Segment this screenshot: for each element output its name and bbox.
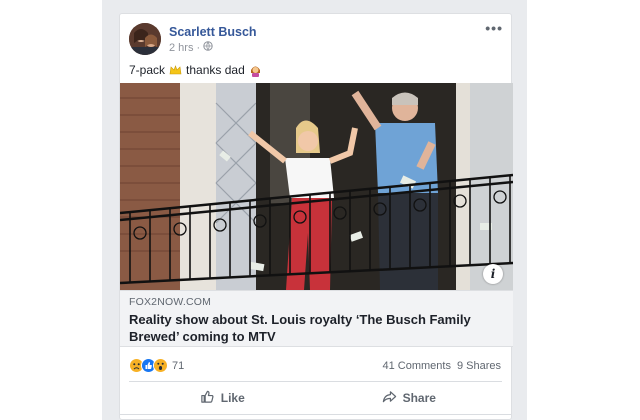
crown-emoji-icon <box>169 64 182 77</box>
post-caption: 7-pack thanks dad <box>129 63 262 77</box>
more-options-button[interactable]: ••• <box>485 20 503 36</box>
reactions-summary[interactable]: 71 <box>129 358 184 373</box>
caption-text: 7-pack <box>129 63 166 77</box>
link-domain: FOX2NOW.COM <box>129 296 212 308</box>
info-button[interactable]: i <box>483 264 503 284</box>
share-label: Share <box>402 391 436 405</box>
post-actions: Like Share <box>129 386 502 410</box>
share-button[interactable]: Share <box>316 386 503 410</box>
person-shrug-emoji-icon <box>249 64 262 77</box>
reaction-count: 71 <box>172 359 185 372</box>
shares-count[interactable]: 9 Shares <box>457 360 501 372</box>
avatar[interactable] <box>129 23 161 55</box>
divider <box>129 381 502 382</box>
left-margin <box>0 0 102 420</box>
like-label: Like <box>220 391 245 405</box>
thumbs-up-icon <box>200 389 215 407</box>
globe-icon <box>203 41 213 54</box>
link-headline[interactable]: Reality show about St. Louis royalty ‘Th… <box>129 311 504 345</box>
post-card: Scarlett Busch 2 hrs · ••• 7-pack thanks… <box>119 13 513 420</box>
link-preview-image[interactable]: i <box>120 83 513 290</box>
right-margin <box>527 0 640 420</box>
author-name[interactable]: Scarlett Busch <box>169 25 257 39</box>
wow-reaction-icon <box>153 358 168 373</box>
post-time[interactable]: 2 hrs <box>169 42 193 54</box>
post-meta: 2 hrs · <box>169 41 213 54</box>
comment-divider <box>120 414 511 415</box>
share-arrow-icon <box>382 389 397 407</box>
link-preview[interactable]: FOX2NOW.COM Reality show about St. Louis… <box>120 290 513 347</box>
comments-count[interactable]: 41 Comments <box>382 360 450 372</box>
engagement-counts: 41 Comments 9 Shares <box>382 360 501 372</box>
like-button[interactable]: Like <box>129 386 316 410</box>
caption-suffix: thanks dad <box>186 63 245 77</box>
